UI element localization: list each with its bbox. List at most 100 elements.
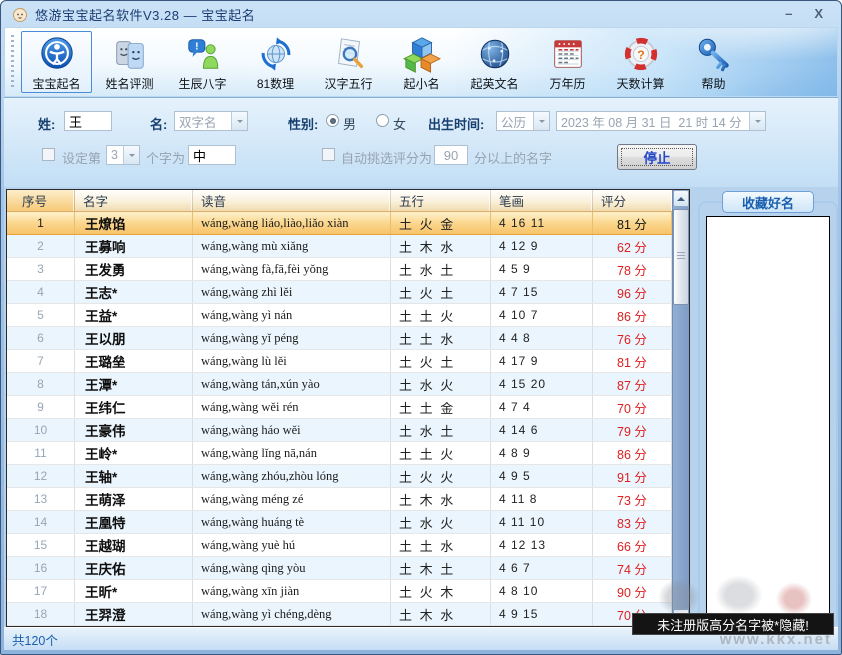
table-row[interactable]: 11 王岭* wáng,wàng lǐng nā,nán 土 土 火 4 8 9… <box>7 442 672 465</box>
row-number: 13 <box>7 488 75 510</box>
surname-input[interactable] <box>64 111 112 131</box>
row-wuxing: 土 土 火 <box>391 442 491 464</box>
table-row[interactable]: 4 王志* wáng,wàng zhì lěi 土 火 土 4 7 15 96 … <box>7 281 672 304</box>
row-number: 1 <box>7 212 75 234</box>
row-strokes: 4 11 8 <box>491 488 593 510</box>
male-radio[interactable] <box>326 114 339 127</box>
table-row[interactable]: 16 王庆佑 wáng,wàng qìng yòu 土 木 土 4 6 7 74… <box>7 557 672 580</box>
header-score[interactable]: 评分 <box>593 190 672 211</box>
table-row[interactable]: 17 王昕* wáng,wàng xīn jiàn 土 火 木 4 8 10 9… <box>7 580 672 603</box>
stop-button[interactable]: 停止 <box>617 144 697 170</box>
row-wuxing: 土 土 金 <box>391 396 491 418</box>
scrollbar-thumb[interactable] <box>673 209 689 305</box>
day-calc-icon: ? <box>622 35 660 73</box>
header-name[interactable]: 名字 <box>75 190 193 211</box>
header-pinyin[interactable]: 读音 <box>193 190 391 211</box>
table-row[interactable]: 15 王越瑚 wáng,wàng yuè hú 土 土 水 4 12 13 66… <box>7 534 672 557</box>
chevron-down-icon[interactable] <box>123 146 139 164</box>
toolbar-english-name-button[interactable]: 起英文名 <box>459 31 530 93</box>
calendar-type-combo[interactable]: 公历 <box>496 111 550 131</box>
table-row[interactable]: 18 王羿澄 wáng,wàng yì chéng,dèng 土 木 水 4 9… <box>7 603 672 626</box>
table-row[interactable]: 7 王璐垒 wáng,wàng lù lěi 土 火 土 4 17 9 81 分 <box>7 350 672 373</box>
toolbar-hanzi-wuxing-button[interactable]: 汉字五行 <box>313 31 384 93</box>
form-panel: 姓: 名: 双字名 性别: 男 女 出生时间: 公历 2023 年 08 月 3… <box>4 97 838 187</box>
toolbar-birth-bazi-button[interactable]: ! 生辰八字 <box>167 31 238 93</box>
row-wuxing: 土 木 水 <box>391 235 491 257</box>
row-pinyin: wáng,wàng yǐ péng <box>193 327 391 349</box>
auto-pick-checkbox[interactable] <box>322 148 335 161</box>
name-test-icon <box>111 35 149 73</box>
header-no[interactable]: 序号 <box>7 190 75 211</box>
set-char-input[interactable] <box>188 145 236 165</box>
male-label[interactable]: 男 <box>343 114 356 133</box>
row-wuxing: 土 水 火 <box>391 511 491 533</box>
table-row[interactable]: 1 王燎馅 wáng,wàng liáo,liào,liǎo xiàn 土 火 … <box>7 212 672 235</box>
toolbar-label: 起小名 <box>403 75 439 92</box>
toolbar-name-test-button[interactable]: 姓名评测 <box>94 31 165 93</box>
toolbar-baby-name-button[interactable]: 宝宝起名 <box>21 31 92 93</box>
given-type-combo[interactable]: 双字名 <box>174 111 248 131</box>
set-nth-combo[interactable]: 3 <box>106 145 140 165</box>
row-number: 15 <box>7 534 75 556</box>
row-pinyin: wáng,wàng wěi rén <box>193 396 391 418</box>
chevron-down-icon[interactable] <box>749 112 765 130</box>
row-score: 76 分 <box>593 327 672 349</box>
row-pinyin: wáng,wàng huáng tè <box>193 511 391 533</box>
row-pinyin: wáng,wàng yì nán <box>193 304 391 326</box>
toolbar-nickname-button[interactable]: 起小名 <box>386 31 457 93</box>
table-row[interactable]: 12 王轴* wáng,wàng zhóu,zhòu lóng 土 火 火 4 … <box>7 465 672 488</box>
results-table: 序号 名字 读音 五行 笔画 评分 1 王燎馅 wáng,wàng liáo,l… <box>6 189 690 627</box>
favorites-listbox[interactable] <box>706 216 830 619</box>
row-strokes: 4 7 4 <box>491 396 593 418</box>
row-name: 王以朋 <box>75 327 193 349</box>
row-number: 3 <box>7 258 75 280</box>
female-radio[interactable] <box>376 114 389 127</box>
table-row[interactable]: 2 王募响 wáng,wàng mù xiǎng 土 木 水 4 12 9 62… <box>7 235 672 258</box>
set-char-label: 个字为 <box>146 148 185 167</box>
birth-time-label: 出生时间: <box>428 114 484 133</box>
row-pinyin: wáng,wàng zhóu,zhòu lóng <box>193 465 391 487</box>
auto-pick-score-input[interactable] <box>434 145 468 165</box>
table-row[interactable]: 9 王纬仁 wáng,wàng wěi rén 土 土 金 4 7 4 70 分 <box>7 396 672 419</box>
table-row[interactable]: 14 王凰特 wáng,wàng huáng tè 土 水 火 4 11 10 … <box>7 511 672 534</box>
header-wuxing[interactable]: 五行 <box>391 190 491 211</box>
given-name-label: 名: <box>150 114 167 133</box>
toolbar-label: 帮助 <box>701 75 725 92</box>
minimize-button[interactable]: – <box>785 6 792 22</box>
toolbar-help-button[interactable]: 帮助 <box>678 31 749 93</box>
row-wuxing: 土 火 木 <box>391 580 491 602</box>
table-body: 1 王燎馅 wáng,wàng liáo,liào,liǎo xiàn 土 火 … <box>7 212 672 626</box>
toolbar-numerology-button[interactable]: 81数理 <box>240 31 311 93</box>
table-row[interactable]: 10 王豪伟 wáng,wàng háo wěi 土 水 土 4 14 6 79… <box>7 419 672 442</box>
table-row[interactable]: 3 王发勇 wáng,wàng fà,fā,fèi yǒng 土 水 土 4 5… <box>7 258 672 281</box>
row-wuxing: 土 火 火 <box>391 465 491 487</box>
row-wuxing: 土 土 火 <box>391 304 491 326</box>
chevron-down-icon[interactable] <box>533 112 549 130</box>
toolbar-calendar-button[interactable]: 万年历 <box>532 31 603 93</box>
row-wuxing: 土 水 土 <box>391 419 491 441</box>
set-nth-label: 设定第 <box>62 148 101 167</box>
header-strokes[interactable]: 笔画 <box>491 190 593 211</box>
row-name: 王募响 <box>75 235 193 257</box>
toolbar-grip[interactable] <box>11 35 14 89</box>
table-row[interactable]: 8 王潭* wáng,wàng tán,xún yào 土 水 火 4 15 2… <box>7 373 672 396</box>
table-scrollbar[interactable] <box>672 190 689 626</box>
female-label[interactable]: 女 <box>393 114 406 133</box>
table-row[interactable]: 6 王以朋 wáng,wàng yǐ péng 土 土 水 4 4 8 76 分 <box>7 327 672 350</box>
close-button[interactable]: X <box>814 6 823 22</box>
chevron-down-icon[interactable] <box>231 112 247 130</box>
favorites-groupbox <box>698 201 838 627</box>
scroll-up-icon[interactable] <box>673 190 689 207</box>
table-row[interactable]: 13 王萌泽 wáng,wàng méng zé 土 木 水 4 11 8 73… <box>7 488 672 511</box>
row-name: 王昕* <box>75 580 193 602</box>
row-name: 王益* <box>75 304 193 326</box>
favorites-tab[interactable]: 收藏好名 <box>722 191 814 213</box>
row-strokes: 4 6 7 <box>491 557 593 579</box>
set-char-checkbox[interactable] <box>42 148 55 161</box>
row-strokes: 4 9 15 <box>491 603 593 625</box>
table-row[interactable]: 5 王益* wáng,wàng yì nán 土 土 火 4 10 7 86 分 <box>7 304 672 327</box>
row-number: 6 <box>7 327 75 349</box>
birth-datetime-combo[interactable]: 2023 年 08 月 31 日 21 时 14 分 <box>556 111 766 131</box>
row-name: 王轴* <box>75 465 193 487</box>
toolbar-day-calc-button[interactable]: ? 天数计算 <box>605 31 676 93</box>
